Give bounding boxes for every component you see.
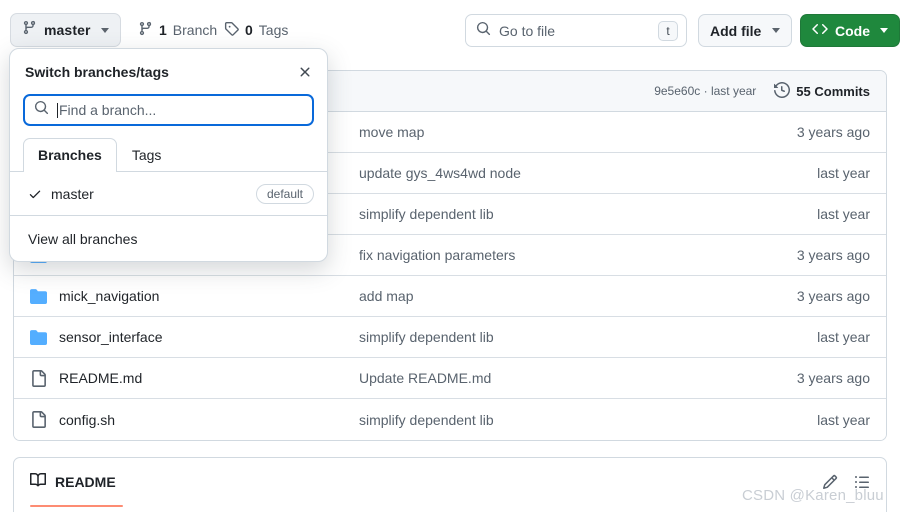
commit-hash[interactable]: 9e5e60c xyxy=(654,84,700,98)
branch-search-input[interactable]: Find a branch... xyxy=(23,94,314,126)
go-to-file-shortcut-key: t xyxy=(658,20,678,41)
branch-dropdown-header: Switch branches/tags xyxy=(10,49,327,94)
commit-separator: · xyxy=(703,84,708,98)
branch-search-placeholder-text: Find a branch... xyxy=(59,102,157,118)
commit-message[interactable]: update gys_4ws4wd node xyxy=(359,165,817,181)
history-icon xyxy=(774,81,791,101)
commit-age: last year xyxy=(817,206,870,222)
branch-list-item[interactable]: master default xyxy=(10,172,327,216)
branch-count-label: Branch xyxy=(172,22,218,38)
chevron-down-icon xyxy=(880,28,888,33)
folder-icon xyxy=(30,288,47,305)
tab-label: Tags xyxy=(131,147,162,163)
git-branch-icon xyxy=(138,21,153,39)
branch-dropdown-tabs: Branches Tags xyxy=(10,138,327,172)
code-button[interactable]: Code xyxy=(800,14,900,47)
check-icon xyxy=(28,187,42,201)
file-name[interactable]: mick_navigation xyxy=(59,288,359,304)
book-icon xyxy=(30,472,47,491)
branch-dropdown-title: Switch branches/tags xyxy=(25,63,169,80)
view-all-branches-link[interactable]: View all branches xyxy=(10,216,327,261)
go-to-file-input[interactable]: Go to file t xyxy=(465,14,687,47)
text-cursor xyxy=(57,103,58,118)
readme-actions xyxy=(822,474,870,495)
table-row[interactable]: config.sh simplify dependent lib last year xyxy=(14,399,886,440)
branch-search-placeholder: Find a branch... xyxy=(57,102,156,118)
commits-count-label: 55 Commits xyxy=(796,83,870,99)
chevron-down-icon xyxy=(772,28,781,33)
readme-tab-label: README xyxy=(55,473,116,490)
list-unordered-icon[interactable] xyxy=(854,474,870,495)
git-branch-icon xyxy=(22,20,37,40)
tag-count-number: 0 xyxy=(245,22,253,38)
code-icon xyxy=(812,21,828,40)
code-button-label: Code xyxy=(835,22,870,39)
readme-panel: README xyxy=(13,457,887,512)
commit-message[interactable]: fix navigation parameters xyxy=(359,247,797,263)
close-icon[interactable] xyxy=(297,64,313,80)
tag-count-link[interactable]: 0 Tags xyxy=(224,21,288,39)
table-row[interactable]: README.md Update README.md 3 years ago xyxy=(14,358,886,399)
commit-message[interactable]: simplify dependent lib xyxy=(359,206,817,222)
commit-age: last year xyxy=(817,411,870,428)
commit-message[interactable]: add map xyxy=(359,288,797,304)
tab-readme[interactable]: README xyxy=(30,472,116,501)
readme-active-indicator xyxy=(30,505,123,507)
search-icon xyxy=(476,21,491,41)
file-name[interactable]: config.sh xyxy=(59,412,359,428)
pencil-icon[interactable] xyxy=(822,474,838,495)
commit-time: last year xyxy=(710,84,757,98)
commit-message[interactable]: simplify dependent lib xyxy=(359,329,817,345)
commits-count-link[interactable]: 55 Commits xyxy=(774,81,870,101)
branch-name: master xyxy=(51,185,94,202)
commit-age: last year xyxy=(817,165,870,181)
branch-count-link[interactable]: 1 Branch xyxy=(138,21,217,39)
branch-selector-button[interactable]: master xyxy=(10,13,121,47)
file-icon xyxy=(30,411,47,428)
file-name[interactable]: sensor_interface xyxy=(59,329,359,345)
branch-list: master default xyxy=(10,172,327,216)
branch-search-wrapper: Find a branch... xyxy=(10,94,327,139)
file-name[interactable]: README.md xyxy=(59,370,359,386)
latest-commit-meta[interactable]: 9e5e60c · last year xyxy=(654,84,756,98)
table-row[interactable]: sensor_interface simplify dependent lib la… xyxy=(14,317,886,358)
tag-icon xyxy=(224,21,239,39)
status-badge: default xyxy=(255,183,314,204)
commit-age: last year xyxy=(817,329,870,345)
branch-count-number: 1 xyxy=(159,22,167,38)
commit-age: 3 years ago xyxy=(796,370,870,386)
folder-icon xyxy=(30,329,47,346)
tab-label: Branches xyxy=(38,147,102,163)
commit-age: 3 years ago xyxy=(796,247,870,263)
add-file-button[interactable]: Add file xyxy=(698,14,793,47)
commit-message[interactable]: Update README.md xyxy=(359,370,797,386)
go-to-file-placeholder: Go to file xyxy=(499,22,556,39)
commit-message[interactable]: simplify dependent lib xyxy=(359,412,817,428)
tab-tags[interactable]: Tags xyxy=(117,138,177,171)
commit-age: 3 years ago xyxy=(796,288,870,304)
commit-message[interactable]: move map xyxy=(359,124,797,140)
table-row[interactable]: mick_navigation add map 3 years ago xyxy=(14,276,886,317)
commit-age: 3 years ago xyxy=(796,124,870,140)
branch-selector-label: master xyxy=(44,22,91,38)
tag-count-label: Tags xyxy=(258,22,289,38)
branch-dropdown-panel: Switch branches/tags Find a branch... Br… xyxy=(9,48,328,262)
github-repo-page: master 1 Branch 0 Tags Go to file t Add … xyxy=(0,0,900,512)
search-icon xyxy=(34,100,49,120)
chevron-down-icon xyxy=(100,27,109,33)
tab-branches[interactable]: Branches xyxy=(23,138,117,172)
add-file-label: Add file xyxy=(710,22,762,39)
file-icon xyxy=(30,369,47,387)
